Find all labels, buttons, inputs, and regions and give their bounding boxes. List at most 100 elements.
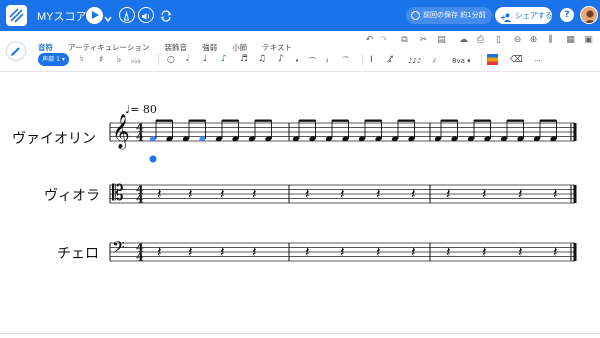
score-canvas[interactable]: 𝄞 4 4 𝄡 4 4 𝄢 4 4 𝄽 𝄽 𝄽 𝄽 𝄽 𝄽 𝄽 𝄽 𝄽 𝄽 𝄽 𝄽 𝄽 𝄽 𝄽 𝄽 𝄽 𝄽 𝄽 𝄽 𝄽 𝄽 𝄽 𝄽 ♩= 80 … <box>0 73 600 338</box>
paste-icon[interactable]: ▤ <box>436 35 447 46</box>
whole-note-icon[interactable]: ○ <box>167 54 175 66</box>
instrument-name-violin[interactable]: ヴァイオリン <box>12 128 96 148</box>
note-beam <box>365 119 382 122</box>
file-icon[interactable]: ▯ <box>493 35 504 46</box>
natural-icon[interactable]: ♮ <box>80 54 83 66</box>
quarter-rest: 𝄽 <box>188 243 193 261</box>
cursor-icon[interactable]: I <box>370 54 373 66</box>
pencil-icon[interactable] <box>6 41 26 61</box>
quarter-rest: 𝄽 <box>220 185 225 203</box>
rest-icon[interactable]: 𝄽 <box>326 55 328 67</box>
loop-icon[interactable] <box>159 8 173 22</box>
clock-icon <box>411 11 420 20</box>
settings-icon[interactable]: ▣ <box>583 35 594 46</box>
tab-dynamics[interactable]: 強弱 <box>202 42 217 53</box>
chevron-down-icon[interactable] <box>103 9 113 23</box>
note-beam <box>156 119 173 122</box>
zoom-out-icon[interactable]: ⊖ <box>512 35 523 46</box>
accidentals-more-icon[interactable]: ♭♭♭ <box>131 55 141 67</box>
quarter-rest: 𝄽 <box>553 185 558 203</box>
voice-select[interactable]: 声部 1 ▾ <box>38 53 69 66</box>
undo-icon[interactable]: ↶ <box>364 35 375 46</box>
half-note-icon[interactable]: 𝅗𝅥 <box>186 53 189 65</box>
triplet-icon[interactable]: ♪♪♪ <box>408 55 421 67</box>
sharp-icon[interactable]: ♯ <box>99 54 103 66</box>
volume-icon[interactable] <box>138 7 154 23</box>
note-beam <box>441 119 458 122</box>
layout-icon[interactable]: ⫼ <box>545 35 556 46</box>
quarter-note-icon[interactable]: ♩ <box>203 53 207 65</box>
instrument-name-viola[interactable]: ヴィオラ <box>44 185 100 205</box>
quarter-rest: 𝄽 <box>518 243 523 261</box>
sixteenth-note-icon[interactable]: ♬ <box>240 53 248 65</box>
grace-note-icon[interactable]: 𝆔 <box>433 54 436 66</box>
dot-icon[interactable]: • <box>295 55 299 67</box>
metronome-icon[interactable] <box>119 7 135 23</box>
mixer-icon[interactable]: ▦ <box>565 35 576 46</box>
help-icon[interactable]: ? <box>560 8 574 22</box>
play-icon[interactable] <box>86 7 103 24</box>
divider <box>362 53 363 65</box>
tab-ornaments[interactable]: 装飾音 <box>165 42 188 53</box>
instrument-name-cello[interactable]: チェロ <box>57 243 99 263</box>
divider <box>481 53 482 65</box>
tab-articulations[interactable]: アーティキュレーション <box>68 42 149 53</box>
zoom-in-icon[interactable]: ⊕ <box>528 35 539 46</box>
time-signature-denominator: 4 <box>136 251 144 264</box>
toolbar-tabs: 音符 アーティキュレーション 装飾音 強弱 小節 テキスト <box>38 35 302 52</box>
treble-clef-icon: 𝄞 <box>112 114 130 150</box>
share-button[interactable]: シェアする <box>495 7 553 24</box>
more-icon[interactable]: ··· <box>534 55 541 67</box>
quarter-rest: 𝄽 <box>157 243 162 261</box>
tempo-value-text: = 80 <box>130 103 157 116</box>
quarter-rest: 𝄽 <box>446 185 451 203</box>
note-beam <box>299 119 316 122</box>
avatar[interactable] <box>580 6 598 24</box>
cloud-upload-icon[interactable]: ☁ <box>458 35 469 46</box>
quarter-rest: 𝄽 <box>411 185 416 203</box>
sixty-fourth-note-icon[interactable]: ♪ <box>278 53 284 65</box>
quarter-rest: 𝄽 <box>518 185 523 203</box>
logo-icon[interactable] <box>6 5 27 26</box>
top-bar: MYスコア 前回の保存 約1分前 シェアする ? <box>0 0 600 31</box>
note-beam <box>255 119 272 122</box>
alto-clef-icon: 𝄡 <box>112 181 124 205</box>
save-status-text: 前回の保存 約1分前 <box>423 11 486 19</box>
redo-icon[interactable]: ↷ <box>378 35 389 46</box>
note-beam <box>474 119 491 122</box>
flat-icon[interactable]: ♭ <box>117 54 121 66</box>
tuplet-icon[interactable]: ♪̸ <box>388 54 394 66</box>
quarter-rest: 𝄽 <box>188 185 193 203</box>
copy-icon[interactable]: ⧉ <box>399 35 410 46</box>
tab-measures[interactable]: 小節 <box>232 42 247 53</box>
score-notation[interactable]: 𝄞 44𝄡 44𝄢 44𝄽 𝄽 𝄽 𝄽 𝄽 𝄽 𝄽 𝄽 𝄽 𝄽 𝄽 𝄽𝄽 𝄽 𝄽 𝄽 𝄽 𝄽 𝄽 𝄽 𝄽 𝄽 𝄽 𝄽 <box>0 73 600 338</box>
divider <box>0 333 600 334</box>
quarter-rest: 𝄽 <box>305 243 310 261</box>
quarter-rest: 𝄽 <box>482 243 487 261</box>
tie-icon[interactable]: ⌒ <box>309 55 316 67</box>
quarter-rest: 𝄽 <box>157 185 162 203</box>
octave-icon[interactable]: 8va ▾ <box>452 55 471 67</box>
thirty-second-note-icon[interactable]: ♫ <box>258 53 266 65</box>
save-status: 前回の保存 約1分前 <box>406 7 492 24</box>
tempo-marking: ♩= 80 <box>125 103 157 116</box>
quarter-rest: 𝄽 <box>553 243 558 261</box>
divider <box>158 53 159 65</box>
eighth-note-icon[interactable]: ♪ <box>221 53 227 65</box>
tab-text[interactable]: テキスト <box>262 42 292 53</box>
slur-icon[interactable]: ⁀ <box>343 55 349 67</box>
print-icon[interactable]: ⎙ <box>475 35 486 46</box>
note-beam <box>398 119 415 122</box>
quarter-rest: 𝄽 <box>340 185 345 203</box>
share-button-label: シェアする <box>515 11 553 20</box>
time-signature-denominator: 4 <box>136 193 144 206</box>
clear-format-icon[interactable]: ⌫ <box>510 54 523 66</box>
document-title[interactable]: MYスコア <box>37 8 87 24</box>
color-picker-icon[interactable] <box>487 54 498 65</box>
note-beam <box>507 119 524 122</box>
quarter-rest: 𝄽 <box>252 243 257 261</box>
tab-notes[interactable]: 音符 <box>38 42 53 53</box>
quarter-rest: 𝄽 <box>482 185 487 203</box>
cut-icon[interactable]: ✂ <box>418 35 429 46</box>
quarter-rest: 𝄽 <box>305 185 310 203</box>
